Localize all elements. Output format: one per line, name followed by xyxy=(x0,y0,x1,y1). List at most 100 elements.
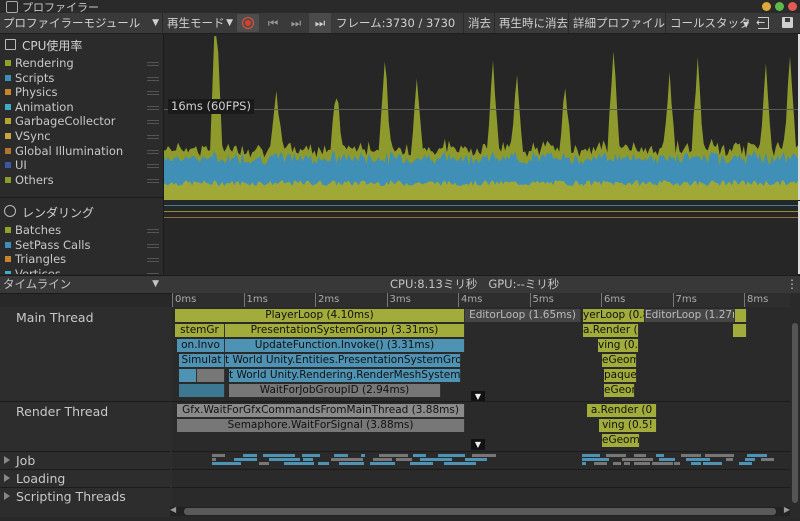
scripting-threads-group[interactable]: Scripting Threads xyxy=(0,487,170,506)
profiler-modules-dropdown[interactable]: プロファイラーモジュール ▼ xyxy=(3,13,161,33)
opaque-block[interactable]: paque xyxy=(604,369,637,382)
small-job-block-2[interactable] xyxy=(197,369,225,382)
chevron-down-icon: ▼ xyxy=(743,20,750,29)
drag-handle-icon[interactable] xyxy=(147,135,159,139)
minimize-window-button[interactable] xyxy=(762,2,771,11)
timeline-area[interactable]: PlayerLoop (4.10ms) EditorLoop (1.65ms) … xyxy=(172,307,790,507)
save-profile-button[interactable] xyxy=(780,15,796,31)
record-icon xyxy=(242,17,254,29)
player-loop-block[interactable]: PlayerLoop (4.10ms) xyxy=(175,309,465,322)
cpu-legend-item[interactable]: Animation xyxy=(0,100,163,115)
presentation-system-group-block[interactable]: PresentationSystemGroup (3.31ms) xyxy=(225,324,465,337)
record-button[interactable] xyxy=(237,14,259,32)
gfx-wait-block[interactable]: Gfx.WaitForGfxCommandsFromMainThread (3.… xyxy=(177,404,465,417)
play-mode-dropdown[interactable]: 再生モード ▼ xyxy=(167,13,235,33)
cpu-legend-item[interactable]: Scripts xyxy=(0,71,163,86)
cpu-legend-item[interactable]: VSync xyxy=(0,129,163,144)
drag-handle-icon[interactable] xyxy=(147,91,159,96)
render-main-block[interactable]: a.Render (0 xyxy=(583,324,639,337)
close-window-button[interactable] xyxy=(788,2,797,11)
drag-handle-icon[interactable] xyxy=(147,243,159,248)
rendering-legend-item[interactable]: Vertices xyxy=(0,267,163,274)
rendering-legend-item[interactable]: Triangles xyxy=(0,252,163,267)
geometry-block[interactable]: eGeom xyxy=(602,354,637,367)
cpu-legend-item[interactable]: UI xyxy=(0,158,163,173)
system-group-block[interactable]: stemGr xyxy=(175,324,225,337)
loading-group[interactable]: Loading xyxy=(0,469,170,488)
load-profile-button[interactable]: ← xyxy=(756,15,772,31)
small-job-block-3[interactable] xyxy=(179,384,225,397)
world-presentation-block[interactable]: t World Unity.Entities.PresentationSyste… xyxy=(225,354,461,367)
editor-loop-block[interactable]: EditorLoop (1.65ms) xyxy=(465,309,581,322)
drag-handle-icon[interactable] xyxy=(147,105,159,110)
semaphore-wait-block[interactable]: Semaphore.WaitForSignal (3.88ms) xyxy=(177,419,465,432)
drawing-block[interactable]: ving (0.4 xyxy=(598,339,639,352)
cpu-legend-item[interactable]: Rendering xyxy=(0,56,163,71)
render-thread-geometry-block[interactable]: eGeom xyxy=(602,434,640,447)
job-lane[interactable] xyxy=(172,452,774,468)
drag-handle-icon[interactable] xyxy=(147,62,159,66)
job-group[interactable]: Job xyxy=(0,451,170,470)
call-stacks-dropdown[interactable]: ▼ xyxy=(743,13,753,33)
cpu-legend-item[interactable]: Others xyxy=(0,173,163,188)
drag-handle-icon[interactable] xyxy=(147,164,159,169)
render-thread-render-block[interactable]: a.Render (0 xyxy=(587,404,657,417)
ruler-tick: 8ms xyxy=(744,293,768,307)
world-render-mesh-block[interactable]: t World Unity.Rendering.RenderMeshSystem… xyxy=(229,369,461,382)
update-function-block-left[interactable]: on.Invo xyxy=(177,339,225,352)
current-frame-button[interactable]: ⏭ xyxy=(309,13,331,33)
drag-handle-icon[interactable] xyxy=(147,258,159,263)
drag-handle-icon[interactable] xyxy=(147,272,159,274)
cpu-icon xyxy=(5,39,16,50)
geometry-block-2[interactable]: eGeom xyxy=(604,384,635,397)
more-options-icon[interactable]: ⋮ xyxy=(786,276,798,293)
legend-label: Global Illumination xyxy=(15,143,124,158)
main-thread-label: Main Thread xyxy=(16,310,94,325)
expand-arrow-icon xyxy=(4,456,10,464)
cpu-legend-item[interactable]: GarbageCollector xyxy=(0,114,163,129)
clear-on-play-button[interactable]: 再生時に消去 xyxy=(499,13,568,33)
view-mode-dropdown[interactable]: タイムライン ▼ xyxy=(3,276,161,293)
rendering-chart[interactable] xyxy=(164,201,800,274)
ruler-tick: 0ms xyxy=(172,293,196,307)
wait-for-job-block[interactable]: WaitForJobGroupID (2.94ms) xyxy=(229,384,441,397)
end-sub-block[interactable] xyxy=(733,324,747,337)
drag-handle-icon[interactable] xyxy=(147,178,159,183)
drag-handle-icon[interactable] xyxy=(147,76,159,81)
drag-handle-icon[interactable] xyxy=(147,229,159,233)
rendering-icon xyxy=(4,205,16,217)
player-loop-block-2[interactable]: yerLoop (0.87 xyxy=(583,309,645,322)
update-function-block[interactable]: UpdateFunction.Invoke() (3.31ms) xyxy=(225,339,465,352)
horizontal-scrollbar[interactable]: ◀ ▶ xyxy=(170,505,790,516)
rendering-module-header[interactable]: レンダリング xyxy=(0,204,163,220)
clear-button[interactable]: 消去 xyxy=(468,13,491,33)
call-stacks-button[interactable]: コールスタック xyxy=(670,13,751,33)
drag-handle-icon[interactable] xyxy=(147,120,159,125)
zoom-window-button[interactable] xyxy=(775,2,784,11)
rendering-legend-item[interactable]: Batches xyxy=(0,223,163,238)
drag-handle-icon[interactable] xyxy=(147,149,159,154)
deep-profile-button[interactable]: 詳細プロファイル xyxy=(573,13,665,33)
next-frame-button[interactable]: ⏭ xyxy=(287,13,305,33)
vertical-scrollbar[interactable] xyxy=(790,293,800,517)
legend-label: Rendering xyxy=(15,56,74,70)
expand-arrow-icon xyxy=(4,474,10,482)
legend-label: Physics xyxy=(15,85,58,100)
cpu-legend-item[interactable]: Global Illumination xyxy=(0,144,163,159)
legend-swatch xyxy=(5,103,11,110)
end-block[interactable] xyxy=(735,309,747,322)
cpu-usage-chart[interactable]: 16ms (60FPS) xyxy=(164,34,800,200)
cpu-module-header[interactable]: CPU使用率 xyxy=(0,37,163,53)
render-thread-drawing-block[interactable]: ving (0.5! xyxy=(599,419,657,432)
editor-loop-block-2[interactable]: EditorLoop (1.27ms xyxy=(645,309,735,322)
rendering-legend-item[interactable]: SetPass Calls xyxy=(0,238,163,253)
small-job-block-1[interactable] xyxy=(179,369,197,382)
timeline-ruler: 0ms 1ms 2ms 3ms 4ms 5ms 6ms 7ms 8ms xyxy=(172,293,792,307)
horizontal-scroll-thumb[interactable] xyxy=(184,508,776,515)
simulate-block[interactable]: Simulat xyxy=(179,354,225,367)
cpu-legend-item[interactable]: Physics xyxy=(0,85,163,100)
legend-swatch xyxy=(5,176,11,183)
expand-render-thread-icon[interactable]: ▼ xyxy=(471,439,485,450)
vertical-scroll-thumb[interactable] xyxy=(792,323,798,503)
first-frame-button[interactable]: ⏮ xyxy=(264,13,282,33)
